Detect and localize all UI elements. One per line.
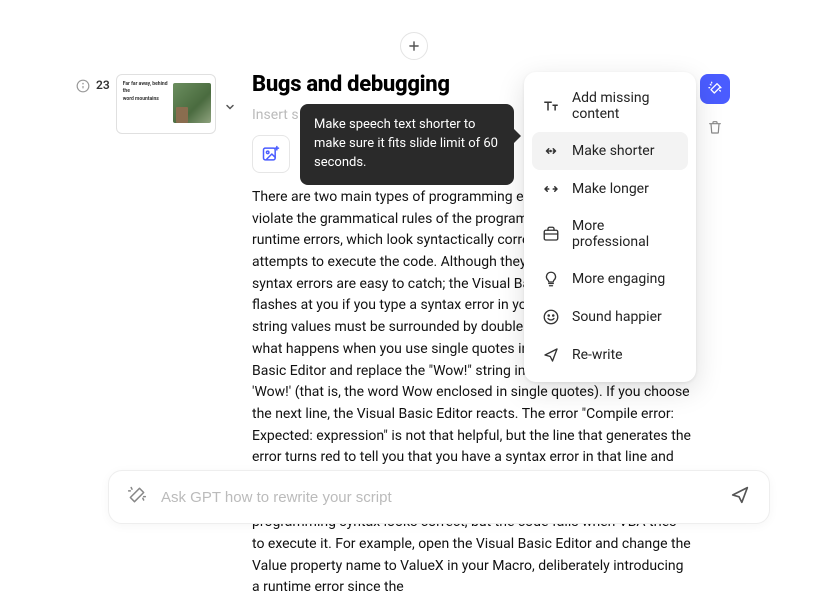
lightbulb-icon bbox=[542, 270, 560, 288]
chevron-down-icon[interactable] bbox=[224, 74, 236, 117]
menu-item-label: More engaging bbox=[572, 271, 665, 287]
tooltip-text: Make speech text shorter to make sure it… bbox=[314, 117, 498, 170]
menu-item-label: Re-write bbox=[572, 347, 623, 363]
arrows-out-icon bbox=[542, 180, 560, 198]
delete-button[interactable] bbox=[700, 112, 730, 142]
context-menu: Add missing content Make shorter Make lo… bbox=[524, 72, 696, 382]
menu-item-rewrite[interactable]: Re-write bbox=[532, 336, 688, 374]
prompt-input[interactable] bbox=[161, 489, 715, 506]
thumb-title-line2: word mountains bbox=[123, 96, 173, 103]
magic-button[interactable] bbox=[700, 74, 730, 104]
menu-item-label: Make shorter bbox=[572, 143, 654, 159]
menu-item-add-missing-content[interactable]: Add missing content bbox=[532, 80, 688, 132]
send-icon bbox=[542, 346, 560, 364]
arrows-in-icon bbox=[542, 142, 560, 160]
tooltip: Make speech text shorter to make sure it… bbox=[300, 104, 514, 185]
slide-sidebar: 23 Far far away, behind the word mountai… bbox=[76, 74, 236, 134]
thumbnail-image bbox=[173, 83, 211, 123]
prompt-bar bbox=[108, 470, 770, 524]
menu-item-label: Make longer bbox=[572, 181, 649, 197]
right-actions bbox=[700, 74, 730, 142]
add-slide-button[interactable] bbox=[400, 32, 428, 60]
wand-icon bbox=[127, 485, 147, 509]
slide-thumbnail[interactable]: Far far away, behind the word mountains bbox=[116, 74, 216, 134]
smile-icon bbox=[542, 308, 560, 326]
menu-item-label: Add missing content bbox=[572, 90, 678, 122]
send-button[interactable] bbox=[729, 484, 751, 510]
text-size-icon bbox=[542, 97, 560, 115]
menu-item-more-engaging[interactable]: More engaging bbox=[532, 260, 688, 298]
menu-item-more-professional[interactable]: More professional bbox=[532, 208, 688, 260]
menu-item-label: Sound happier bbox=[572, 309, 662, 325]
briefcase-icon bbox=[542, 225, 560, 243]
menu-item-make-shorter[interactable]: Make shorter bbox=[532, 132, 688, 170]
menu-item-make-longer[interactable]: Make longer bbox=[532, 170, 688, 208]
info-icon bbox=[76, 74, 90, 97]
generate-image-button[interactable] bbox=[252, 135, 290, 173]
menu-item-label: More professional bbox=[572, 218, 678, 250]
thumb-title-line1: Far far away, behind the bbox=[123, 81, 168, 94]
slide-number: 23 bbox=[96, 74, 110, 92]
menu-item-sound-happier[interactable]: Sound happier bbox=[532, 298, 688, 336]
